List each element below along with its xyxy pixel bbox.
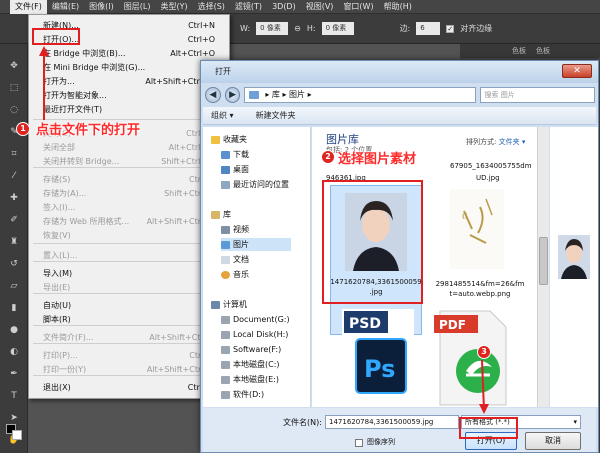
step-3-badge: 3 [477,345,491,359]
arrow-1-head [39,46,49,56]
step-1-badge: 1 [16,122,30,136]
step-2-badge: 2 [321,150,335,164]
arrow-3 [481,359,485,411]
annotation-arrows [39,46,489,414]
arrow-3-head [479,404,489,414]
step-1-label: 点击文件下的打开 [36,123,141,138]
step-2-label: 选择图片素材 [338,152,417,167]
